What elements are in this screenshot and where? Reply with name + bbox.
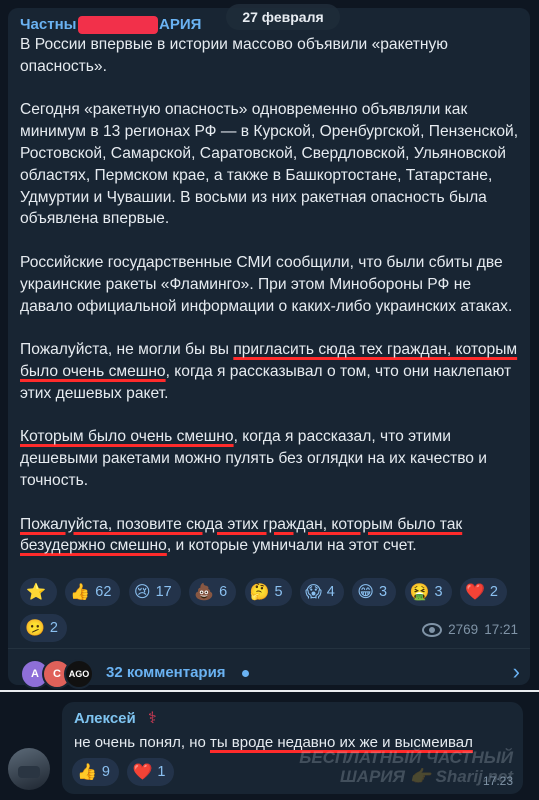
confused-face-icon: 🫤 xyxy=(25,620,45,637)
redaction-mark xyxy=(78,16,158,34)
reaction-count: 3 xyxy=(378,584,388,600)
heart-icon: ❤️ xyxy=(464,584,485,601)
reaction-count: 5 xyxy=(274,584,283,600)
nauseated-face-icon: 🤮 xyxy=(409,584,430,601)
reaction-count: 4 xyxy=(326,584,335,600)
reaction-count: 6 xyxy=(219,584,228,600)
grinning-face-icon: 😁 xyxy=(357,584,374,601)
reaction-heart[interactable]: ❤️ 1 xyxy=(127,758,175,786)
reaction-count: 2 xyxy=(49,620,58,636)
post-meta: 2769 17:21 xyxy=(422,622,518,637)
post-paragraph: Сегодня «ракетную опасность» одновременн… xyxy=(20,101,519,228)
post-paragraph: В России впервые в истории массово объяв… xyxy=(20,36,449,75)
reactions-bar: ⭐ 👍 62 😢 17 💩 6 🤔 5 😱 4 😁 3 🤮 3 ❤️ 2 🫤 2 xyxy=(20,578,526,650)
post-text: В России впервые в истории массово объяв… xyxy=(20,34,520,579)
dna-icon: ⚕ xyxy=(148,710,157,727)
reaction-star[interactable]: ⭐ xyxy=(20,578,57,606)
avatar: AGO xyxy=(64,659,94,689)
reaction-count: 9 xyxy=(101,764,110,780)
channel-post: Частны АРИЯ В России впервые в истории м… xyxy=(8,8,530,689)
reaction-grinning[interactable]: 😁 3 xyxy=(352,578,397,606)
channel-name-suffix: АРИЯ xyxy=(159,16,202,33)
comment-author[interactable]: Алексей xyxy=(74,710,136,727)
reaction-count: 3 xyxy=(434,584,443,600)
screaming-face-icon: 😱 xyxy=(305,584,322,601)
reaction-heart[interactable]: ❤️ 2 xyxy=(459,578,507,606)
reaction-count: 62 xyxy=(95,584,112,600)
post-paragraph: Пожалуйста, позовите сюда этих граждан, … xyxy=(20,514,520,558)
text-run: Пожалуйста, не могли бы вы xyxy=(20,341,234,359)
heart-icon: ❤️ xyxy=(132,764,153,781)
channel-name-prefix: Частны xyxy=(20,16,77,33)
poop-icon: 💩 xyxy=(194,584,215,601)
text-run: не очень понял, но xyxy=(74,734,210,751)
comment-reactions: 👍 9 ❤️ 1 xyxy=(72,758,178,794)
unread-dot xyxy=(242,670,249,677)
thumbs-up-icon: 👍 xyxy=(70,584,91,601)
post-time: 17:21 xyxy=(484,622,518,637)
thumbs-up-icon: 👍 xyxy=(77,764,97,781)
avatar[interactable] xyxy=(8,748,50,790)
comment-time: 17:23 xyxy=(482,774,513,788)
reaction-crying[interactable]: 😢 17 xyxy=(128,578,181,606)
crying-face-icon: 😢 xyxy=(133,584,151,601)
text-run: , и которые умничали на этот счет. xyxy=(166,537,417,555)
divider xyxy=(0,690,539,692)
comment-message: Алексей ⚕ не очень понял, но ты вроде не… xyxy=(62,702,523,794)
reaction-thumbs-up[interactable]: 👍 62 xyxy=(65,578,121,606)
view-count: 2769 xyxy=(448,622,479,637)
underlined-text: Которым было очень смешно xyxy=(20,428,234,446)
comments-count: 32 комментария xyxy=(106,664,226,681)
reaction-nauseated[interactable]: 🤮 3 xyxy=(404,578,452,606)
post-paragraph: Российские государственные СМИ сообщили,… xyxy=(20,253,513,315)
date-badge: 27 февраля xyxy=(226,4,340,30)
watermark-line: ШАРИЯ 👉 Sharij.net xyxy=(340,767,513,786)
reaction-screaming[interactable]: 😱 4 xyxy=(300,578,344,606)
reaction-confused[interactable]: 🫤 2 xyxy=(20,614,67,642)
reaction-count: 17 xyxy=(155,584,172,600)
watermark-line: БЕСПЛАТНЫЙ ЧАСТНЫЙ xyxy=(299,748,513,767)
watermark: БЕСПЛАТНЫЙ ЧАСТНЫЙ ШАРИЯ 👉 Sharij.net xyxy=(299,748,513,786)
star-icon: ⭐ xyxy=(26,584,46,601)
chevron-right-icon: › xyxy=(512,659,520,684)
reaction-count: 2 xyxy=(489,584,498,600)
comments-button[interactable]: A C AGO 32 комментария › xyxy=(8,648,530,689)
reaction-thinking[interactable]: 🤔 5 xyxy=(244,578,292,606)
post-paragraph: Пожалуйста, не могли бы вы пригласить сю… xyxy=(20,339,520,404)
post-paragraph: Которым было очень смешно, когда я расск… xyxy=(20,426,520,491)
eye-icon xyxy=(422,622,443,637)
channel-name[interactable]: Частны АРИЯ xyxy=(20,15,201,35)
reaction-count: 1 xyxy=(157,764,166,780)
reaction-poop[interactable]: 💩 6 xyxy=(189,578,237,606)
reaction-thumbs-up[interactable]: 👍 9 xyxy=(72,758,119,786)
thinking-face-icon: 🤔 xyxy=(249,584,270,601)
